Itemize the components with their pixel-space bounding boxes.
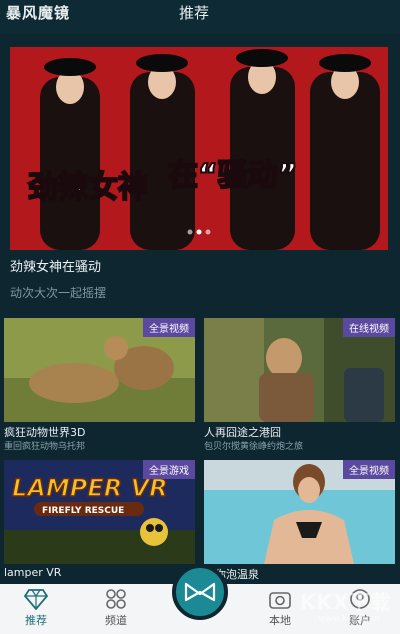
carousel-dot	[205, 229, 211, 235]
vr-center-button[interactable]	[172, 564, 228, 620]
card-subtitle: 重回疯狂动物乌托邦	[4, 442, 86, 452]
nav-item-recommend[interactable]: 推荐	[6, 588, 66, 628]
watermark: KKX下载	[300, 590, 392, 614]
banner-overlay-right: 在“骚动”	[168, 158, 297, 193]
banner-overlay-left: 劲辣女神	[28, 170, 148, 205]
card-title: 疯狂动物世界3D	[4, 426, 86, 439]
card-badge: 全景视频	[343, 460, 395, 479]
carousel-dot	[187, 229, 193, 235]
carousel-dot	[196, 229, 202, 235]
tab-recommend[interactable]: 推荐	[179, 2, 209, 23]
content-card[interactable]: 全景视频 疯狂动物世界3D 重回疯狂动物乌托邦	[4, 318, 195, 458]
card-subtitle: 包贝尔搅黄徐峥约炮之旅	[204, 442, 304, 452]
diamond-icon	[24, 589, 48, 610]
content-card[interactable]: 全景视频 陪你泡温泉	[204, 460, 395, 584]
vr-glasses-icon	[184, 582, 216, 602]
card-badge: 在线视频	[343, 318, 395, 337]
card-thumbnail: LAMPER VR FIREFLY RESCUE 全景游戏	[4, 460, 195, 564]
card-thumbnail: 全景视频	[4, 318, 195, 422]
nav-item-channel[interactable]: 频道	[86, 588, 146, 628]
content-card[interactable]: 在线视频 人再囧途之港囧 包贝尔搅黄徐峥约炮之旅	[204, 318, 395, 458]
card-badge: 全景游戏	[143, 460, 195, 479]
card-title: lamper VR	[4, 566, 62, 579]
card-badge: 全景视频	[143, 318, 195, 337]
banner-image: 劲辣女神 在“骚动”	[10, 47, 388, 250]
nav-label: 频道	[105, 614, 127, 627]
card-title: 人再囧途之港囧	[204, 426, 281, 439]
content-card[interactable]: LAMPER VR FIREFLY RESCUE 全景游戏 lamper VR	[4, 460, 195, 584]
banner-subcaption: 动次大次一起摇摆	[10, 286, 107, 300]
top-bar: 暴风魔镜 推荐	[0, 0, 400, 34]
card-thumbnail: 全景视频	[204, 460, 395, 564]
game-logo-subtitle: FIREFLY RESCUE	[42, 506, 124, 516]
watermark-url: www.kkx.com	[318, 614, 380, 624]
card-thumbnail: 在线视频	[204, 318, 395, 422]
grid-icon	[106, 589, 126, 609]
app-title: 暴风魔镜	[6, 4, 71, 22]
camera-icon	[269, 592, 291, 609]
nav-label: 推荐	[25, 614, 47, 627]
banner-carousel[interactable]: 劲辣女神 在“骚动”	[10, 47, 388, 250]
banner-caption[interactable]: 劲辣女神在骚动	[10, 256, 101, 275]
